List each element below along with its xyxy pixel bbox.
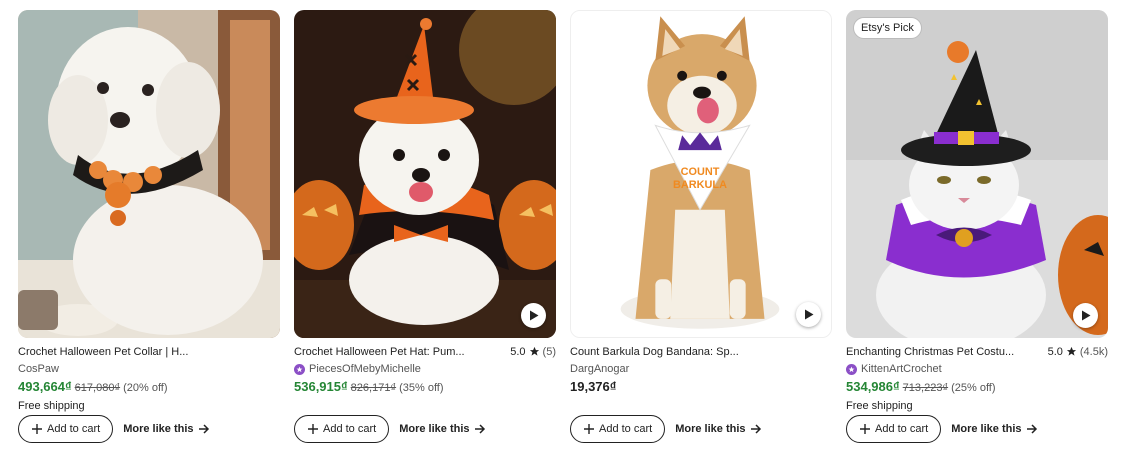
- product-rating: 5.0 (4.5k): [1048, 346, 1108, 358]
- sale-price: 493,664₫: [18, 379, 72, 394]
- add-to-cart-button[interactable]: Add to cart: [846, 415, 942, 443]
- more-like-this-link[interactable]: More like this: [951, 423, 1037, 435]
- seller-name[interactable]: DargAnogar: [570, 363, 629, 375]
- arrow-right-icon: [474, 424, 485, 434]
- add-to-cart-label: Add to cart: [323, 423, 377, 435]
- plus-icon: [308, 424, 318, 434]
- play-video-button[interactable]: [521, 303, 546, 328]
- more-like-this-label: More like this: [123, 423, 194, 435]
- star-icon: [1066, 346, 1076, 356]
- discount-label: (25% off): [951, 382, 996, 394]
- shiba-bandana-photo: COUNT BARKULA: [571, 11, 831, 337]
- shipping-label: Free shipping: [18, 400, 85, 412]
- etsys-pick-badge: Etsy's Pick: [853, 17, 922, 39]
- shipping-label: Free shipping: [846, 400, 913, 412]
- seller-name[interactable]: CosPaw: [18, 363, 59, 375]
- star-icon: [529, 346, 539, 356]
- sale-price: 536,915₫: [294, 379, 348, 394]
- product-title[interactable]: Enchanting Christmas Pet Costu...: [846, 346, 1014, 358]
- product-title[interactable]: Crochet Halloween Pet Collar | H...: [18, 346, 188, 358]
- product-grid: Crochet Halloween Pet Collar | H... CosP…: [18, 10, 1108, 443]
- poodle-collar-photo: [18, 10, 280, 338]
- arrow-right-icon: [198, 424, 209, 434]
- bandana-text-top: COUNT: [681, 166, 720, 178]
- rating-count: (5): [542, 345, 556, 358]
- seller-name[interactable]: KittenArtCrochet: [861, 363, 942, 375]
- add-to-cart-button[interactable]: Add to cart: [570, 415, 666, 443]
- seller-name[interactable]: PiecesOfMebyMichelle: [309, 363, 421, 375]
- product-title[interactable]: Count Barkula Dog Bandana: Sp...: [570, 346, 739, 358]
- product-image[interactable]: [294, 10, 556, 338]
- add-to-cart-label: Add to cart: [599, 423, 653, 435]
- cat-witch-costume-photo: [846, 10, 1108, 338]
- more-like-this-link[interactable]: More like this: [399, 423, 485, 435]
- sale-price: 534,986₫: [846, 379, 900, 394]
- arrow-right-icon: [750, 424, 761, 434]
- add-to-cart-button[interactable]: Add to cart: [294, 415, 390, 443]
- play-icon: [804, 309, 813, 320]
- product-rating: 5.0 (5): [510, 346, 556, 358]
- original-price: 713,223₫: [902, 382, 949, 394]
- star-seller-icon: [294, 363, 305, 375]
- product-image[interactable]: COUNT BARKULA: [570, 10, 832, 338]
- more-like-this-label: More like this: [951, 423, 1022, 435]
- more-like-this-link[interactable]: More like this: [123, 423, 209, 435]
- rating-value: 5.0: [510, 345, 526, 358]
- product-card[interactable]: COUNT BARKULA Count Barkula Dog Bandana:…: [570, 10, 832, 443]
- original-price: 826,171₫: [350, 382, 397, 394]
- play-video-button[interactable]: [796, 302, 821, 327]
- add-to-cart-label: Add to cart: [875, 423, 929, 435]
- add-to-cart-button[interactable]: Add to cart: [18, 415, 114, 443]
- product-card[interactable]: Etsy's Pick Enchanting Christmas Pet Cos…: [846, 10, 1108, 443]
- product-card[interactable]: Crochet Halloween Pet Collar | H... CosP…: [18, 10, 280, 443]
- more-like-this-link[interactable]: More like this: [675, 423, 761, 435]
- play-icon: [1081, 310, 1090, 321]
- add-to-cart-label: Add to cart: [47, 423, 101, 435]
- more-like-this-label: More like this: [399, 423, 470, 435]
- play-video-button[interactable]: [1073, 303, 1098, 328]
- discount-label: (35% off): [399, 382, 444, 394]
- dog-witch-hat-photo: [294, 10, 556, 338]
- bandana-text-bottom: BARKULA: [673, 179, 727, 191]
- plus-icon: [860, 424, 870, 434]
- product-image[interactable]: Etsy's Pick: [846, 10, 1108, 338]
- product-image[interactable]: [18, 10, 280, 338]
- play-icon: [529, 310, 538, 321]
- product-card[interactable]: Crochet Halloween Pet Hat: Pum... 5.0 (5…: [294, 10, 556, 443]
- star-seller-icon: [846, 363, 857, 375]
- arrow-right-icon: [1026, 424, 1037, 434]
- plus-icon: [32, 424, 42, 434]
- price: 19,376₫: [570, 379, 617, 394]
- discount-label: (20% off): [123, 382, 168, 394]
- product-title[interactable]: Crochet Halloween Pet Hat: Pum...: [294, 346, 465, 358]
- rating-count: (4.5k): [1079, 345, 1108, 358]
- more-like-this-label: More like this: [675, 423, 746, 435]
- rating-value: 5.0: [1047, 345, 1063, 358]
- original-price: 617,080₫: [74, 382, 121, 394]
- plus-icon: [584, 424, 594, 434]
